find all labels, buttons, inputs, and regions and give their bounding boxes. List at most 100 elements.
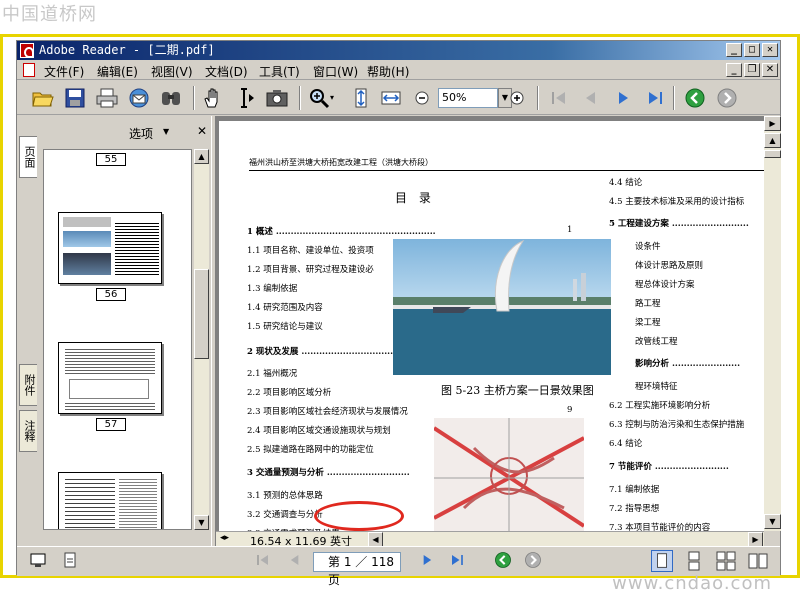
horizontal-scrollbar[interactable]: ◂▸ 16.54 x 11.69 英寸 ◀ ▶: [216, 531, 764, 548]
zoom-in-icon[interactable]: [505, 86, 529, 110]
back-icon[interactable]: [683, 86, 707, 110]
scrollbar-thumb[interactable]: [764, 150, 781, 158]
page-number-field[interactable]: 第 1 ／ 118 页: [313, 552, 401, 587]
toc-entry[interactable]: 4.5 主要技术标准及采用的设计指标: [609, 195, 744, 207]
scroll-right-icon[interactable]: ▶: [748, 532, 763, 547]
toc-entry[interactable]: 影响分析 .......................: [635, 357, 740, 369]
zoom-tool-dropdown-icon[interactable]: ▾: [330, 86, 340, 110]
toc-entry[interactable]: 2.5 拟建道路在路网中的功能定位: [247, 443, 374, 455]
menu-file[interactable]: 文件(F): [44, 63, 84, 80]
toc-entry[interactable]: 2.2 项目影响区域分析: [247, 386, 331, 398]
toc-entry[interactable]: 7.3 本项目节能评价的内容: [609, 521, 710, 531]
scroll-up-icon[interactable]: ▲: [194, 149, 209, 164]
toc-entry[interactable]: 3.1 预测的总体思路: [247, 489, 323, 501]
doc-minimize-icon[interactable]: _: [726, 63, 742, 77]
single-page-icon[interactable]: [651, 550, 673, 572]
toc-entry[interactable]: 7 节能评价 .........................: [609, 460, 729, 472]
fit-width-icon[interactable]: [379, 86, 403, 110]
scroll-right-arrow-icon[interactable]: ▶: [764, 116, 781, 131]
options-menu[interactable]: 选项: [129, 125, 153, 142]
thumbnail-page-number[interactable]: 56: [96, 288, 126, 301]
toc-entry[interactable]: 程总体设计方案: [635, 278, 695, 290]
thumbnail-page-number[interactable]: 55: [96, 153, 126, 166]
forward-icon[interactable]: [715, 86, 739, 110]
toc-entry[interactable]: 1.5 研究结论与建议: [247, 320, 323, 332]
menu-document[interactable]: 文档(D): [205, 63, 248, 80]
status-prev-page-icon[interactable]: [285, 550, 305, 570]
toc-entry[interactable]: 2.1 福州概况: [247, 367, 297, 379]
status-forward-icon[interactable]: [523, 550, 543, 570]
print-icon[interactable]: [95, 86, 119, 110]
first-page-icon[interactable]: [547, 86, 571, 110]
status-last-page-icon[interactable]: [447, 550, 467, 570]
minimize-icon[interactable]: _: [726, 43, 742, 57]
save-icon[interactable]: [63, 86, 87, 110]
toc-entry[interactable]: 路工程: [635, 297, 661, 309]
page-thumbnail[interactable]: [58, 342, 162, 414]
toc-entry[interactable]: 7.1 编制依据: [609, 483, 659, 495]
menu-edit[interactable]: 编辑(E): [97, 63, 138, 80]
menu-window[interactable]: 窗口(W): [313, 63, 358, 80]
toc-entry[interactable]: 2.3 项目影响区域社会经济现状与发展情况: [247, 405, 408, 417]
toc-entry[interactable]: 1.3 编制依据: [247, 282, 297, 294]
toc-entry[interactable]: 设条件: [635, 240, 661, 252]
menu-view[interactable]: 视图(V): [151, 63, 193, 80]
tab-attachments[interactable]: 附件: [19, 364, 37, 406]
close-icon[interactable]: ✕: [762, 43, 778, 57]
document-scrollbar[interactable]: ▶ ▲ ▼: [764, 116, 781, 531]
prev-page-icon[interactable]: [579, 86, 603, 110]
scroll-down-icon[interactable]: ▼: [764, 514, 781, 529]
status-first-page-icon[interactable]: [253, 550, 273, 570]
toc-entry[interactable]: 7.2 指导思想: [609, 502, 659, 514]
toc-entry[interactable]: 3.2 交通调查与分析: [247, 508, 323, 520]
menu-tools[interactable]: 工具(T): [259, 63, 300, 80]
tab-pages[interactable]: 页面: [19, 136, 37, 178]
doc-status-icon[interactable]: [61, 551, 79, 569]
status-back-icon[interactable]: [493, 550, 513, 570]
scroll-down-icon[interactable]: ▼: [194, 515, 209, 530]
continuous-icon[interactable]: [683, 550, 705, 572]
last-page-icon[interactable]: [643, 86, 667, 110]
scrollbar-thumb[interactable]: [194, 269, 209, 359]
maximize-icon[interactable]: □: [744, 43, 760, 57]
toc-entry[interactable]: 体设计思路及原则: [635, 259, 703, 271]
close-panel-icon[interactable]: ✕: [197, 124, 207, 138]
snapshot-icon[interactable]: [265, 86, 289, 110]
toc-entry[interactable]: 6.4 结论: [609, 437, 642, 449]
zoom-out-icon[interactable]: [410, 86, 434, 110]
toc-entry[interactable]: 2 现状及发展 ...............................: [247, 345, 393, 357]
zoom-level-input[interactable]: 50%: [438, 88, 498, 108]
toc-entry[interactable]: 5 工程建设方案 ..........................: [609, 217, 749, 229]
toc-entry[interactable]: 2.4 项目影响区域交通设施现状与规划: [247, 424, 391, 436]
facing-icon[interactable]: [747, 550, 769, 572]
toc-entry[interactable]: 6.2 工程实施环境影响分析: [609, 399, 710, 411]
toc-entry[interactable]: 1 概述 ...................................…: [247, 225, 436, 237]
toc-entry[interactable]: 3 交通量预测与分析 ............................: [247, 466, 410, 478]
toc-entry[interactable]: 改管线工程: [635, 335, 678, 347]
split-icon[interactable]: ◂▸: [220, 533, 229, 543]
tab-comments[interactable]: 注释: [19, 410, 37, 452]
toc-entry[interactable]: 1.2 项目背景、研究过程及建设必: [247, 263, 374, 275]
open-icon[interactable]: [31, 86, 55, 110]
select-text-icon[interactable]: [233, 86, 257, 110]
scroll-left-icon[interactable]: ◀: [368, 532, 383, 547]
toc-entry[interactable]: 梁工程: [635, 316, 661, 328]
scroll-up-icon[interactable]: ▲: [764, 133, 781, 148]
menu-help[interactable]: 帮助(H): [367, 63, 409, 80]
page-thumbnail[interactable]: [58, 472, 162, 529]
search-icon[interactable]: [159, 86, 183, 110]
options-dropdown-icon[interactable]: ▼: [163, 127, 169, 136]
email-icon[interactable]: [127, 86, 151, 110]
toc-entry[interactable]: 1.1 项目名称、建设单位、投资项: [247, 244, 374, 256]
toc-entry[interactable]: 4.4 结论: [609, 176, 642, 188]
next-page-icon[interactable]: [611, 86, 635, 110]
thumbnail-page-number[interactable]: 57: [96, 418, 126, 431]
hand-icon[interactable]: [201, 86, 225, 110]
zoom-in-tool-icon[interactable]: [307, 86, 331, 110]
continuous-facing-icon[interactable]: [715, 550, 737, 572]
page-thumbnail[interactable]: [58, 212, 162, 284]
toc-entry[interactable]: 6.3 控制与防治污染和生态保护措施: [609, 418, 744, 430]
status-next-page-icon[interactable]: [417, 550, 437, 570]
fit-height-icon[interactable]: [349, 86, 373, 110]
doc-restore-icon[interactable]: ❐: [744, 63, 760, 77]
